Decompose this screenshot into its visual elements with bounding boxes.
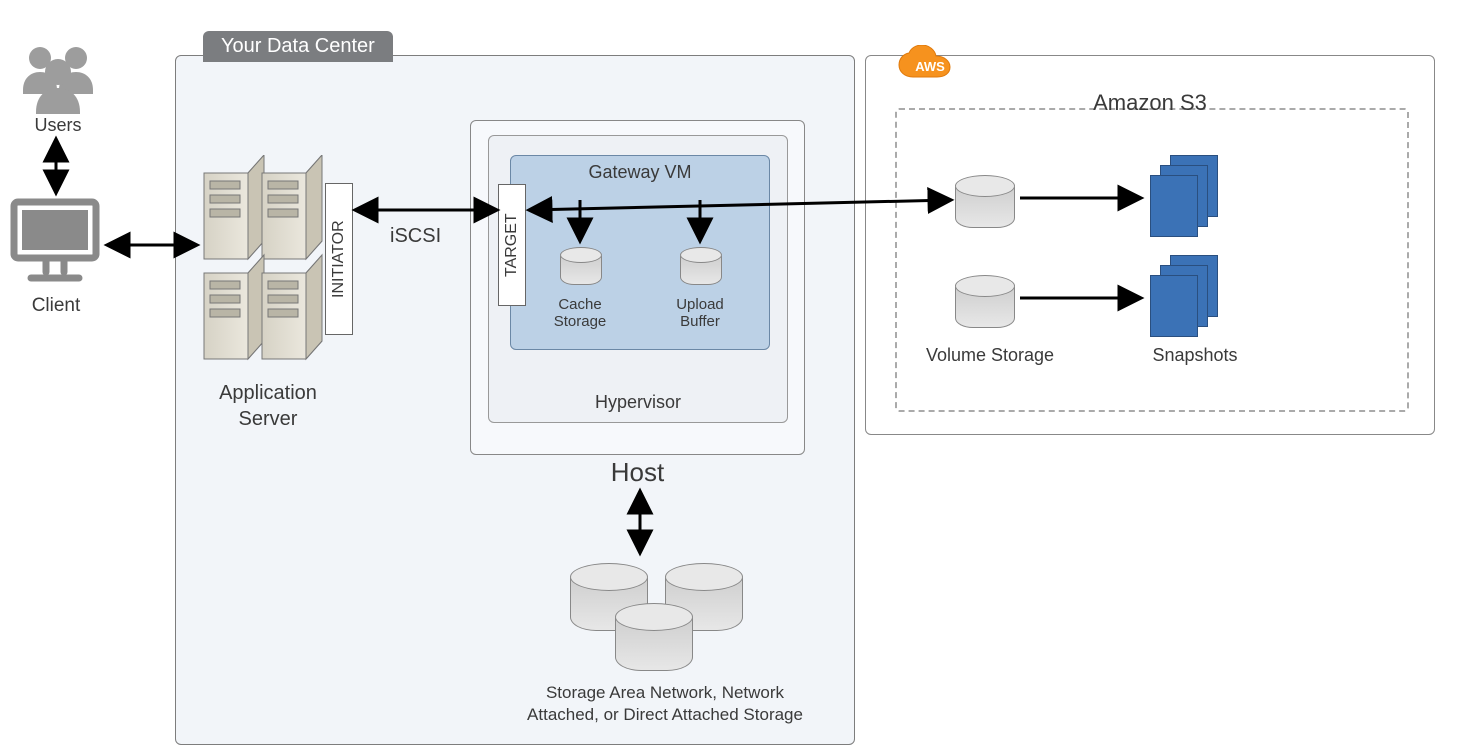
host-label: Host [471, 457, 804, 488]
aws-logo-icon: AWS [895, 45, 965, 96]
application-server-icon [198, 155, 328, 370]
volume-storage-label: Volume Storage [910, 345, 1070, 366]
users-label: Users [18, 115, 98, 136]
initiator-tag: INITIATOR [325, 183, 353, 335]
snapshots-label: Snapshots [1130, 345, 1260, 366]
volume-storage-icon [955, 165, 1015, 228]
architecture-diagram: Users Client Your Data Center [0, 0, 1470, 754]
client-label: Client [6, 295, 106, 317]
san-label: Storage Area Network, Network Attached, … [520, 682, 810, 726]
client-icon [6, 196, 106, 297]
volume-storage-icon [955, 265, 1015, 328]
iscsi-label: iSCSI [390, 225, 441, 248]
san-disk-icon [615, 590, 693, 671]
gateway-vm-label: Gateway VM [510, 162, 770, 183]
application-server-label: Application Server [198, 380, 338, 432]
upload-buffer-label: Upload Buffer [660, 296, 740, 331]
aws-badge-text: AWS [895, 59, 965, 74]
amazon-s3-label: Amazon S3 [895, 90, 1405, 116]
cache-storage-label: Cache Storage [540, 296, 620, 331]
cache-storage-icon [560, 240, 602, 285]
users-icon [18, 42, 98, 114]
upload-buffer-icon [680, 240, 722, 285]
target-tag: TARGET [498, 184, 526, 306]
amazon-s3-box [895, 108, 1409, 412]
hypervisor-label: Hypervisor [488, 392, 788, 413]
data-center-title: Your Data Center [203, 31, 393, 62]
